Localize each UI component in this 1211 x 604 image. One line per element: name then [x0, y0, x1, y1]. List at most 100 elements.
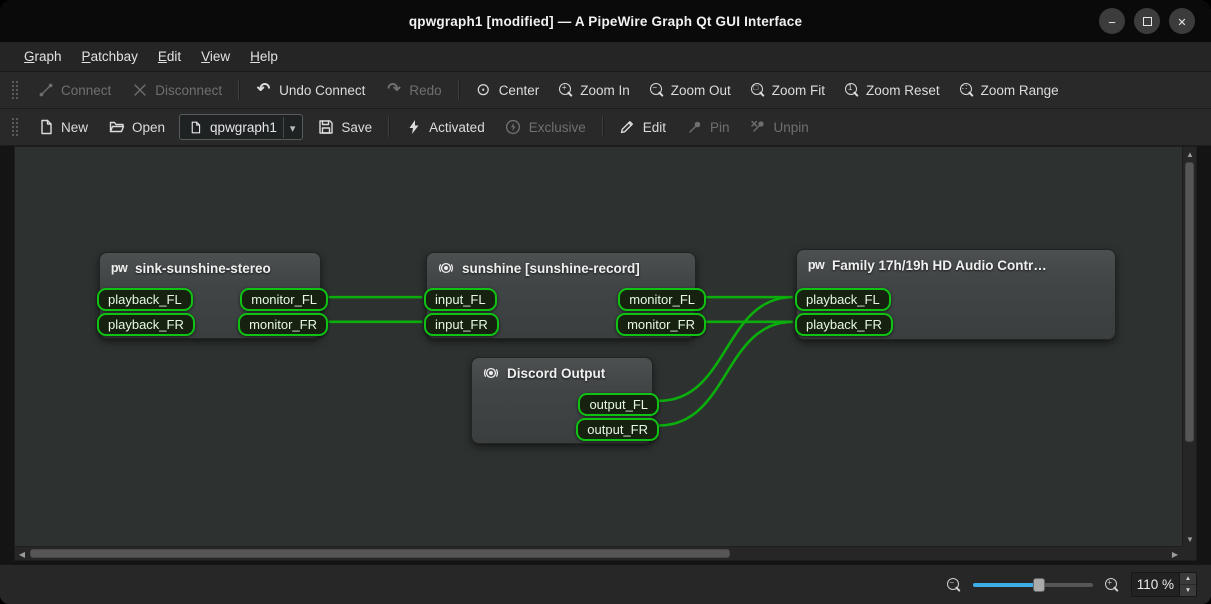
disconnect-button[interactable]: Disconnect — [121, 77, 232, 104]
spin-up-button[interactable] — [1180, 573, 1196, 584]
vertical-scrollbar[interactable] — [1182, 147, 1196, 546]
undo-connect-button[interactable]: Undo Connect — [245, 77, 375, 104]
graph-canvas[interactable]: sink-sunshine-stereo playback_FL playbac… — [15, 147, 1182, 546]
graph-view: sink-sunshine-stereo playback_FL playbac… — [14, 146, 1197, 561]
statusbar-zoom-out-icon[interactable]: − — [947, 578, 961, 592]
vertical-scrollbar-thumb[interactable] — [1185, 162, 1194, 442]
zoom-reset-button[interactable]: 1 Zoom Reset — [835, 78, 950, 103]
toolbar-separator — [388, 117, 389, 137]
scroll-left-arrow[interactable] — [15, 547, 29, 561]
open-button[interactable]: Open — [98, 114, 175, 141]
zoom-fit-icon: □ — [751, 83, 765, 97]
center-button[interactable]: Center — [465, 77, 550, 104]
activated-button[interactable]: Activated — [395, 114, 495, 141]
stream-icon — [437, 260, 455, 276]
graph-node[interactable]: sink-sunshine-stereo playback_FL playbac… — [99, 252, 321, 339]
zoom-slider[interactable] — [973, 577, 1093, 593]
node-port[interactable]: playback_FR — [795, 313, 893, 336]
exclusive-icon — [505, 119, 522, 136]
statusbar-zoom-in-icon[interactable]: + — [1105, 578, 1119, 592]
toolbar-drag-handle[interactable] — [11, 80, 19, 100]
maximize-button[interactable] — [1134, 8, 1160, 34]
patchbay-combo-value: qpwgraph1 — [210, 120, 277, 135]
node-port[interactable]: output_FR — [576, 418, 659, 441]
zoom-out-button[interactable]: − Zoom Out — [640, 78, 741, 103]
node-port[interactable]: monitor_FR — [238, 313, 328, 336]
graph-toolbar: Connect Disconnect Undo Connect Redo Cen… — [0, 72, 1211, 109]
node-header: Family 17h/19h HD Audio Contr… — [797, 250, 1115, 273]
pipewire-icon — [807, 257, 825, 273]
node-port[interactable]: input_FL — [424, 288, 497, 311]
close-button[interactable] — [1169, 8, 1195, 34]
titlebar[interactable]: qpwgraph1 [modified] — A PipeWire Graph … — [0, 0, 1211, 42]
new-button[interactable]: New — [27, 114, 98, 141]
horizontal-scrollbar-thumb[interactable] — [30, 549, 730, 558]
menu-graph[interactable]: Graph — [14, 45, 72, 68]
horizontal-scrollbar[interactable] — [15, 546, 1182, 560]
zoom-slider-handle[interactable] — [1033, 578, 1045, 592]
node-port[interactable]: input_FR — [424, 313, 499, 336]
minimize-button[interactable] — [1099, 8, 1125, 34]
spin-buttons — [1179, 573, 1196, 596]
pin-button[interactable]: Pin — [676, 114, 740, 141]
node-port[interactable]: monitor_FL — [240, 288, 328, 311]
statusbar: − + 110 % — [0, 564, 1211, 604]
minimize-icon — [1108, 14, 1116, 29]
node-port[interactable]: playback_FR — [97, 313, 195, 336]
patchbay-file-icon — [187, 119, 204, 136]
node-header: Discord Output — [472, 358, 652, 381]
center-icon — [475, 82, 492, 99]
connect-button[interactable]: Connect — [27, 77, 121, 104]
redo-icon — [385, 82, 402, 99]
toolbar-separator — [238, 80, 239, 100]
graph-node[interactable]: Family 17h/19h HD Audio Contr… playback_… — [796, 249, 1116, 340]
window-title: qpwgraph1 [modified] — A PipeWire Graph … — [0, 14, 1211, 29]
open-folder-icon — [108, 119, 125, 136]
patchbay-combo[interactable]: qpwgraph1 — [179, 114, 303, 140]
node-port[interactable]: playback_FL — [97, 288, 193, 311]
menu-view[interactable]: View — [191, 45, 240, 68]
zoom-in-icon: + — [559, 83, 573, 97]
node-title: Discord Output — [507, 366, 605, 381]
node-title: Family 17h/19h HD Audio Contr… — [832, 258, 1047, 273]
unpin-button[interactable]: Unpin — [740, 114, 819, 141]
zoom-slider-fill — [973, 583, 1039, 587]
menu-help[interactable]: Help — [240, 45, 288, 68]
combo-dropdown-arrow — [283, 117, 299, 138]
zoom-reset-icon: 1 — [845, 83, 859, 97]
edit-button[interactable]: Edit — [609, 114, 676, 141]
menubar: Graph Patchbay Edit View Help — [0, 42, 1211, 72]
toolbar-separator — [458, 80, 459, 100]
zoom-spinbox: 110 % — [1131, 572, 1197, 597]
save-button[interactable]: Save — [307, 114, 382, 141]
pin-icon — [686, 119, 703, 136]
scroll-right-arrow[interactable] — [1168, 547, 1182, 561]
node-port[interactable]: playback_FL — [795, 288, 891, 311]
toolbar-separator — [602, 117, 603, 137]
maximize-icon — [1143, 17, 1152, 26]
node-port[interactable]: monitor_FL — [618, 288, 706, 311]
graph-node[interactable]: Discord Output output_FL output_FR — [471, 357, 653, 444]
graph-node[interactable]: sunshine [sunshine-record] input_FL inpu… — [426, 252, 696, 339]
zoom-value[interactable]: 110 % — [1132, 573, 1179, 596]
menu-edit[interactable]: Edit — [148, 45, 191, 68]
toolbar-drag-handle[interactable] — [11, 117, 19, 137]
scroll-down-arrow[interactable] — [1183, 532, 1197, 546]
stream-icon — [482, 365, 500, 381]
pipewire-icon — [110, 260, 128, 276]
exclusive-button[interactable]: Exclusive — [495, 114, 596, 141]
activated-bolt-icon — [405, 119, 422, 136]
node-port[interactable]: monitor_FR — [616, 313, 706, 336]
zoom-range-button[interactable]: ∷ Zoom Range — [950, 78, 1069, 103]
node-header: sunshine [sunshine-record] — [427, 253, 695, 276]
zoom-fit-button[interactable]: □ Zoom Fit — [741, 78, 835, 103]
spin-down-button[interactable] — [1180, 584, 1196, 596]
menu-patchbay[interactable]: Patchbay — [72, 45, 148, 68]
zoom-range-icon: ∷ — [960, 83, 974, 97]
zoom-in-button[interactable]: + Zoom In — [549, 78, 640, 103]
close-icon — [1177, 14, 1186, 29]
node-port[interactable]: output_FL — [578, 393, 659, 416]
scroll-up-arrow[interactable] — [1183, 147, 1197, 161]
redo-button[interactable]: Redo — [375, 77, 451, 104]
central-area: sink-sunshine-stereo playback_FL playbac… — [0, 146, 1211, 564]
